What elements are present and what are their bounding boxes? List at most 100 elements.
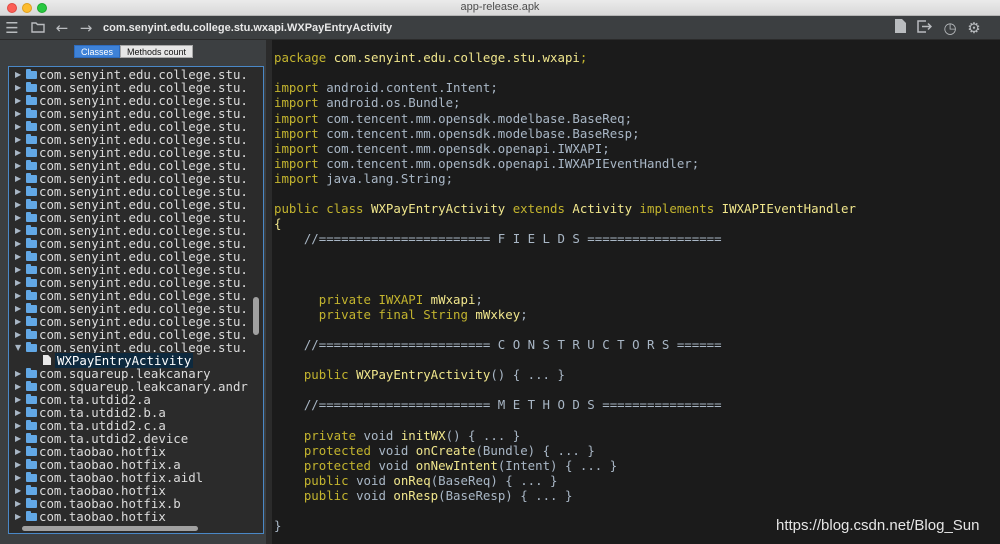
collapsed-triangle-icon[interactable]: ▶ (15, 224, 25, 237)
tab-methods-count[interactable]: Methods count (120, 45, 194, 58)
package-folder-icon (26, 251, 37, 261)
collapsed-triangle-icon[interactable]: ▶ (15, 185, 25, 198)
menu-icon[interactable]: ☰ (2, 18, 22, 38)
collapsed-triangle-icon[interactable]: ▶ (15, 393, 25, 406)
class-path-field[interactable]: com.senyint.edu.college.stu.wxapi.WXPayE… (100, 19, 880, 37)
collapsed-triangle-icon[interactable]: ▶ (15, 419, 25, 432)
code-token: android.os.Bundle; (326, 95, 461, 111)
package-folder-icon (26, 160, 37, 170)
package-folder-icon (26, 472, 37, 482)
collapsed-triangle-icon[interactable]: ▶ (15, 471, 25, 484)
collapsed-triangle-icon[interactable]: ▶ (15, 497, 25, 510)
collapsed-triangle-icon[interactable]: ▶ (15, 237, 25, 250)
collapsed-triangle-icon[interactable]: ▶ (15, 133, 25, 146)
open-folder-icon[interactable] (28, 18, 48, 38)
code-token: //======================= C O N S T R U … (274, 337, 722, 352)
collapsed-triangle-icon[interactable]: ▶ (15, 510, 25, 523)
code-line: public void onReq(BaseReq) { ... } (274, 473, 558, 488)
package-folder-icon (26, 108, 37, 118)
code-token: extends (505, 201, 573, 217)
package-folder-icon (26, 264, 37, 274)
tree-item-label: com.taobao.hotfix (39, 509, 166, 524)
collapsed-triangle-icon[interactable]: ▶ (15, 198, 25, 211)
title-bar: app-release.apk (0, 0, 1000, 16)
collapsed-triangle-icon[interactable]: ▶ (15, 458, 25, 471)
code-token: (Bundle) { ... } (475, 442, 595, 458)
collapsed-triangle-icon[interactable]: ▶ (15, 120, 25, 133)
forward-arrow-icon[interactable]: → (76, 18, 96, 38)
code-line: //======================= M E T H O D S … (274, 397, 722, 412)
code-token: () { ... } (445, 427, 521, 443)
code-line: private IWXAPI mWxapi; (274, 292, 483, 307)
code-token: import (274, 140, 327, 156)
collapsed-triangle-icon[interactable]: ▶ (15, 68, 25, 81)
class-file-icon (43, 355, 51, 365)
code-token: java.lang.String; (326, 170, 454, 186)
code-token: () { ... } (490, 367, 565, 383)
code-token: com.tencent.mm.opensdk.modelbase.BaseRes… (326, 125, 640, 141)
collapsed-triangle-icon[interactable]: ▶ (15, 432, 25, 445)
package-folder-icon (26, 498, 37, 508)
collapsed-triangle-icon[interactable]: ▶ (15, 367, 25, 380)
collapsed-triangle-icon[interactable]: ▶ (15, 406, 25, 419)
export-icon[interactable] (914, 18, 934, 38)
code-token: com.tencent.mm.opensdk.openapi.IWXAPIEve… (326, 155, 700, 171)
tree-vertical-scrollbar[interactable] (253, 297, 259, 335)
code-token: (BaseReq) { ... } (430, 472, 558, 488)
code-line: public void onResp(BaseResp) { ... } (274, 488, 573, 503)
collapsed-triangle-icon[interactable]: ▶ (15, 263, 25, 276)
history-icon[interactable]: ◷ (940, 18, 960, 38)
collapsed-triangle-icon[interactable]: ▶ (15, 172, 25, 185)
collapsed-triangle-icon[interactable]: ▶ (15, 94, 25, 107)
code-line: import com.tencent.mm.opensdk.openapi.IW… (274, 141, 610, 156)
expanded-triangle-icon[interactable]: ▼ (15, 341, 25, 354)
package-tree[interactable]: ▶ com.senyint.edu.college.stu. ▶ com.senyin… (8, 66, 264, 534)
code-token: WXPayEntryActivity (356, 367, 491, 383)
code-line: import android.os.Bundle; (274, 95, 461, 110)
package-folder-icon (26, 407, 37, 417)
collapsed-triangle-icon[interactable]: ▶ (15, 211, 25, 224)
package-folder-icon (26, 212, 37, 222)
tree-package-item[interactable]: ▶ com.taobao.hotfix (15, 510, 166, 523)
watermark-text: https://blog.csdn.net/Blog_Sun (776, 517, 980, 534)
code-token: ; (579, 50, 588, 66)
code-token: ; (520, 306, 528, 322)
package-folder-icon (26, 199, 37, 209)
package-folder-icon (26, 394, 37, 404)
code-token: private (274, 427, 364, 443)
collapsed-triangle-icon[interactable]: ▶ (15, 328, 25, 341)
package-folder-icon (26, 277, 37, 287)
collapsed-triangle-icon[interactable]: ▶ (15, 484, 25, 497)
code-token: com.tencent.mm.opensdk.modelbase.BaseReq… (326, 110, 633, 126)
code-token: (Intent) { ... } (497, 457, 618, 473)
file-icon[interactable] (890, 18, 910, 38)
package-folder-icon (26, 147, 37, 157)
collapsed-triangle-icon[interactable]: ▶ (15, 445, 25, 458)
code-line: package com.senyint.edu.college.stu.wxap… (274, 50, 587, 65)
toolbar: ☰ ← → com.senyint.edu.college.stu.wxapi.… (0, 16, 1000, 40)
collapsed-triangle-icon[interactable]: ▶ (15, 81, 25, 94)
collapsed-triangle-icon[interactable]: ▶ (15, 380, 25, 393)
collapsed-triangle-icon[interactable]: ▶ (15, 302, 25, 315)
code-line: import com.tencent.mm.opensdk.openapi.IW… (274, 156, 699, 171)
tree-horizontal-scrollbar[interactable] (22, 526, 198, 531)
code-token: public (274, 472, 357, 488)
collapsed-triangle-icon[interactable]: ▶ (15, 250, 25, 263)
collapsed-triangle-icon[interactable]: ▶ (15, 289, 25, 302)
code-token: //======================= M E T H O D S … (274, 397, 722, 413)
package-folder-icon (26, 238, 37, 248)
code-token: IWXAPIEventHandler (721, 201, 856, 217)
collapsed-triangle-icon[interactable]: ▶ (15, 146, 25, 159)
back-arrow-icon[interactable]: ← (52, 18, 72, 38)
package-folder-icon (26, 121, 37, 131)
code-editor[interactable]: package com.senyint.edu.college.stu.wxap… (272, 40, 1000, 544)
collapsed-triangle-icon[interactable]: ▶ (15, 107, 25, 120)
package-folder-icon (26, 420, 37, 430)
collapsed-triangle-icon[interactable]: ▶ (15, 276, 25, 289)
tab-classes[interactable]: Classes (74, 45, 121, 58)
settings-gear-icon[interactable]: ⚙ (964, 18, 984, 38)
collapsed-triangle-icon[interactable]: ▶ (15, 315, 25, 328)
package-folder-icon (26, 459, 37, 469)
code-token: void (378, 442, 416, 458)
collapsed-triangle-icon[interactable]: ▶ (15, 159, 25, 172)
